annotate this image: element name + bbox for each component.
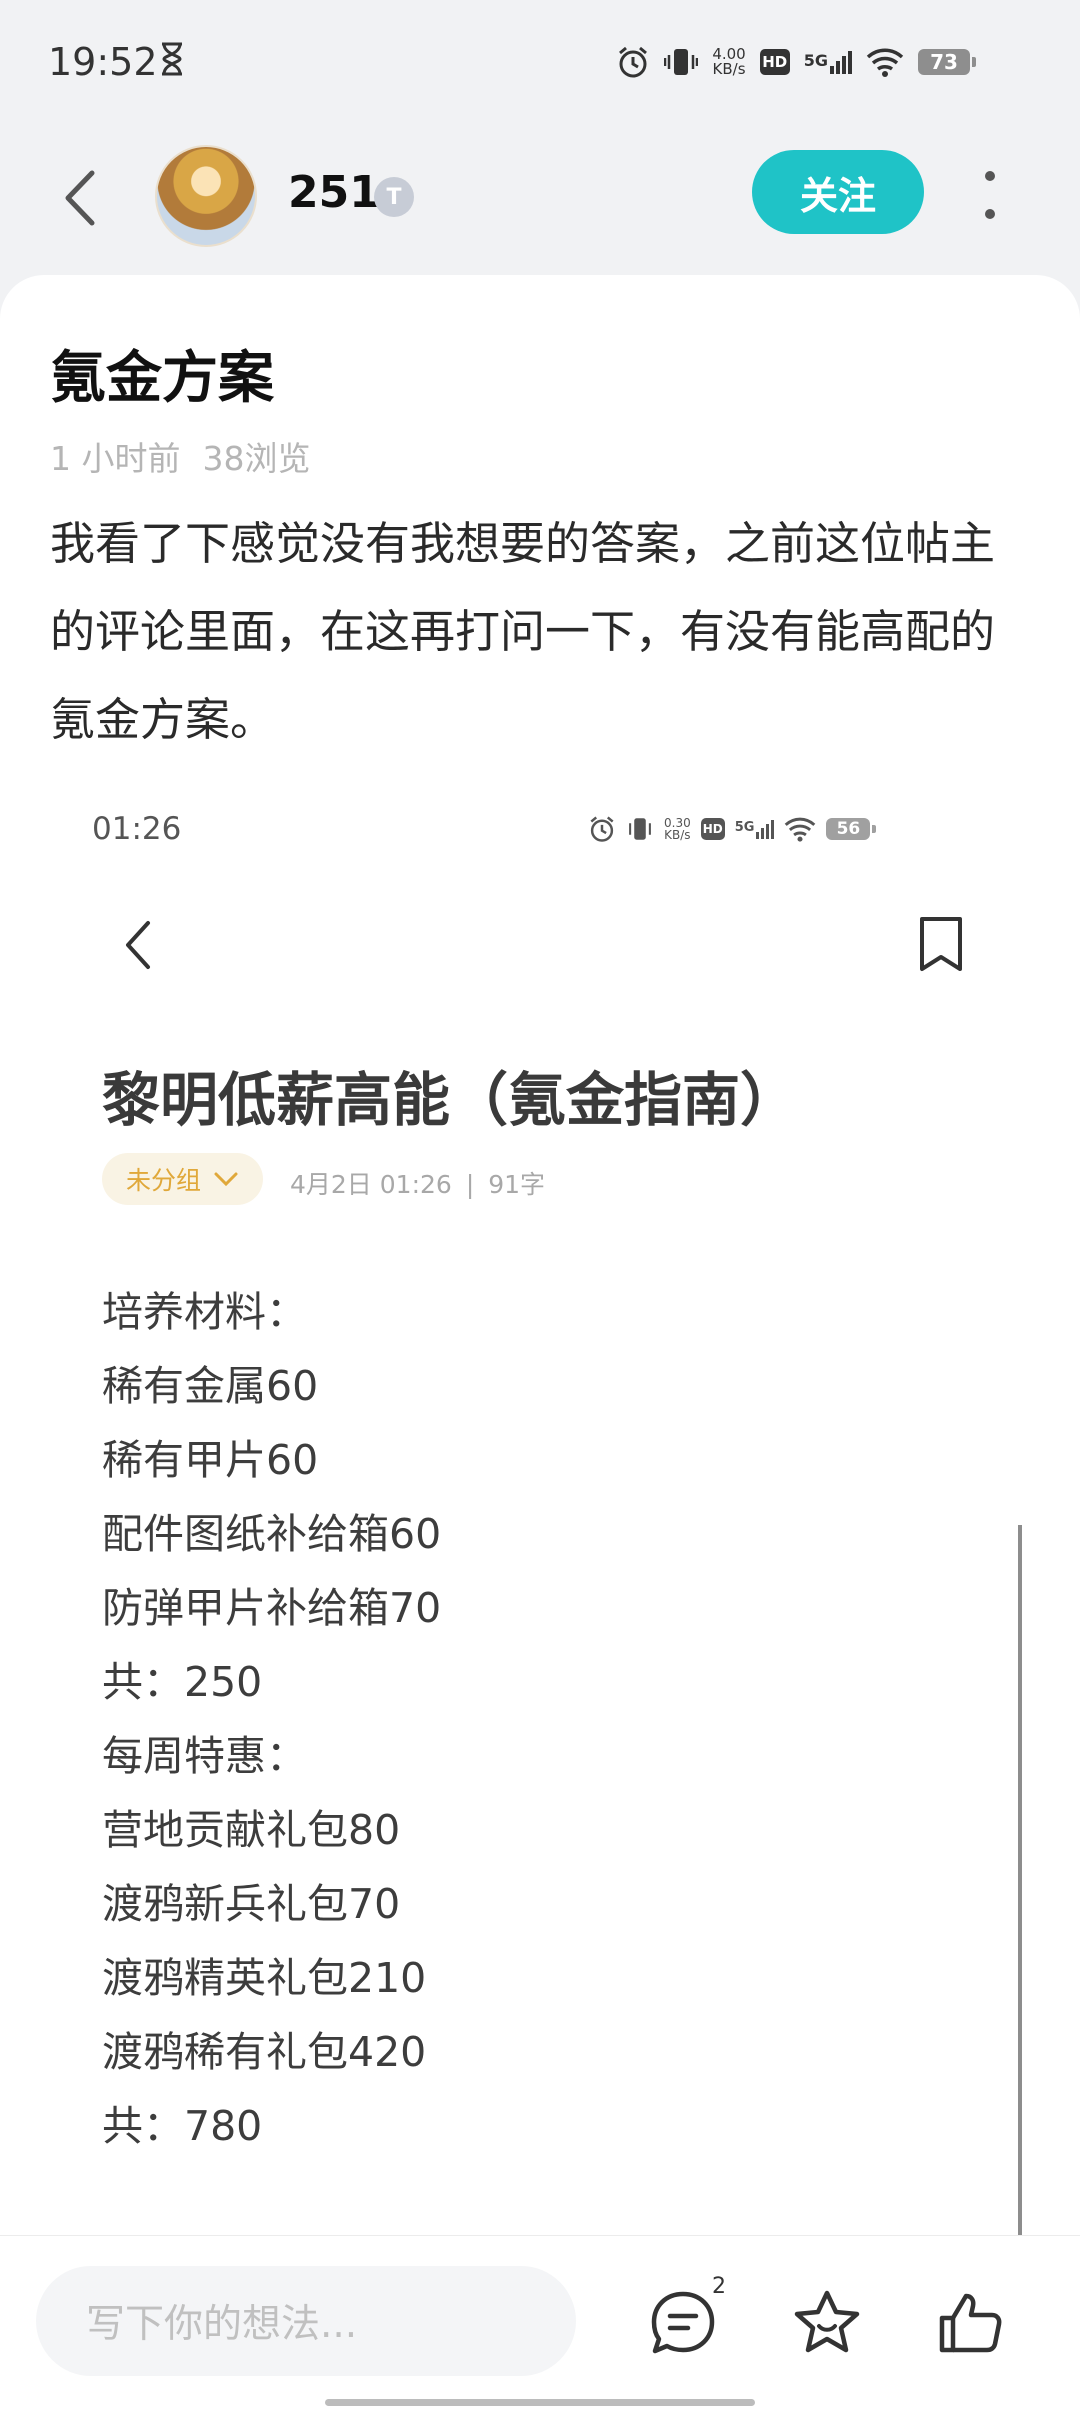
wifi-icon bbox=[785, 817, 816, 842]
embedded-signal-indicator: 5G bbox=[734, 819, 775, 839]
comment-input[interactable]: 写下你的想法... bbox=[36, 2266, 576, 2376]
level-badge: T bbox=[374, 177, 414, 217]
embedded-network-speed-unit: KB/s bbox=[664, 828, 691, 842]
content-line: 营地贡献礼包80 bbox=[102, 1806, 401, 1854]
post-title: 氪金方案 bbox=[50, 346, 274, 411]
wifi-icon bbox=[866, 48, 904, 77]
embedded-battery-indicator: 56 bbox=[826, 818, 877, 840]
embedded-date: 4月2日 01:26 bbox=[290, 1170, 452, 1199]
network-speed-unit: KB/s bbox=[712, 60, 746, 78]
content-line: 渡鸦稀有礼包420 bbox=[102, 2028, 427, 2076]
comment-icon[interactable] bbox=[648, 2288, 718, 2358]
status-icons: 4.00 KB/s HD 5G 73 bbox=[616, 44, 976, 80]
embedded-content: 培养材料： 稀有金属60 稀有甲片60 配件图纸补给箱60 防弹甲片补给箱70 … bbox=[102, 1275, 441, 2163]
follow-button[interactable]: 关注 bbox=[752, 150, 924, 234]
post-body: 我看了下感觉没有我想要的答案，之前这位帖主的评论里面，在这再打问一下，有没有能高… bbox=[50, 517, 996, 746]
content-line: 稀有甲片60 bbox=[102, 1436, 319, 1484]
post-meta: 1 小时前 38浏览 bbox=[50, 432, 333, 480]
hd-badge: HD bbox=[759, 49, 790, 75]
home-indicator[interactable] bbox=[325, 2399, 755, 2406]
embedded-tag: 未分组 bbox=[102, 1153, 264, 1205]
more-icon[interactable] bbox=[970, 165, 1010, 225]
embedded-word-count: 91字 bbox=[488, 1170, 546, 1199]
embedded-title: 黎明低薪高能（氪金指南） bbox=[102, 1066, 799, 1134]
post-card: 氪金方案 1 小时前 38浏览 我看了下感觉没有我想要的答案，之前这位帖主的评论里… bbox=[0, 275, 1080, 2235]
content-line: 每周特惠： bbox=[102, 1732, 307, 1780]
status-time: 19:52 bbox=[48, 40, 158, 84]
content-line: 共：250 bbox=[102, 1658, 263, 1706]
embedded-status-icons: 0.30 KB/s HD 5G 56 bbox=[588, 815, 877, 843]
embedded-status-time: 01:26 bbox=[92, 811, 182, 847]
content-line: 培养材料： bbox=[102, 1288, 307, 1336]
content-line: 稀有金属60 bbox=[102, 1362, 319, 1410]
chevron-down-icon bbox=[214, 1172, 238, 1187]
back-arrow-icon bbox=[126, 921, 150, 969]
embedded-network-speed: 0.30 KB/s bbox=[664, 817, 691, 841]
embedded-screenshot[interactable]: 01:26 0.30 KB/s HD 5G 56 黎明低薪高能（氪金指南） 未分… bbox=[50, 775, 1030, 2235]
embedded-hd-badge: HD bbox=[700, 818, 725, 840]
favorite-icon[interactable] bbox=[792, 2288, 862, 2358]
bookmark-icon bbox=[920, 917, 962, 971]
content-line: 渡鸦新兵礼包70 bbox=[102, 1880, 401, 1928]
vibrate-icon bbox=[629, 818, 651, 840]
post-views: 38浏览 bbox=[202, 439, 311, 478]
battery-indicator: 73 bbox=[918, 49, 976, 75]
embedded-meta: 4月2日 01:26 | 91字 bbox=[290, 1165, 559, 1201]
post-header: 251 T 关注 bbox=[0, 125, 1080, 275]
embedded-tag-label: 未分组 bbox=[126, 1166, 202, 1195]
username[interactable]: 251 bbox=[288, 167, 380, 218]
like-icon[interactable] bbox=[936, 2288, 1006, 2358]
embedded-signal-label: 5G bbox=[734, 819, 755, 835]
embedded-separator: | bbox=[465, 1170, 475, 1199]
back-arrow-icon[interactable] bbox=[50, 163, 110, 233]
content-line: 配件图纸补给箱60 bbox=[102, 1510, 442, 1558]
status-bar: 19:52 4.00 KB/s HD 5G 73 bbox=[0, 0, 1080, 125]
network-speed: 4.00 KB/s bbox=[712, 47, 745, 77]
content-line: 防弹甲片补给箱70 bbox=[102, 1584, 442, 1632]
bottom-action-bar: 写下你的想法... 2 bbox=[0, 2235, 1080, 2409]
signal-label: 5G bbox=[803, 50, 828, 70]
post-time: 1 小时前 bbox=[50, 439, 181, 478]
signal-indicator: 5G bbox=[803, 50, 852, 74]
alarm-icon bbox=[619, 46, 648, 78]
avatar[interactable] bbox=[155, 145, 257, 247]
content-line: 渡鸦精英礼包210 bbox=[102, 1954, 427, 2002]
comment-count: 2 bbox=[712, 2274, 726, 2299]
content-line: 共：780 bbox=[102, 2102, 263, 2150]
hourglass-icon bbox=[162, 42, 182, 76]
alarm-icon bbox=[590, 816, 614, 842]
vibrate-icon bbox=[664, 49, 699, 75]
embedded-scrollbar bbox=[1018, 1525, 1022, 2235]
